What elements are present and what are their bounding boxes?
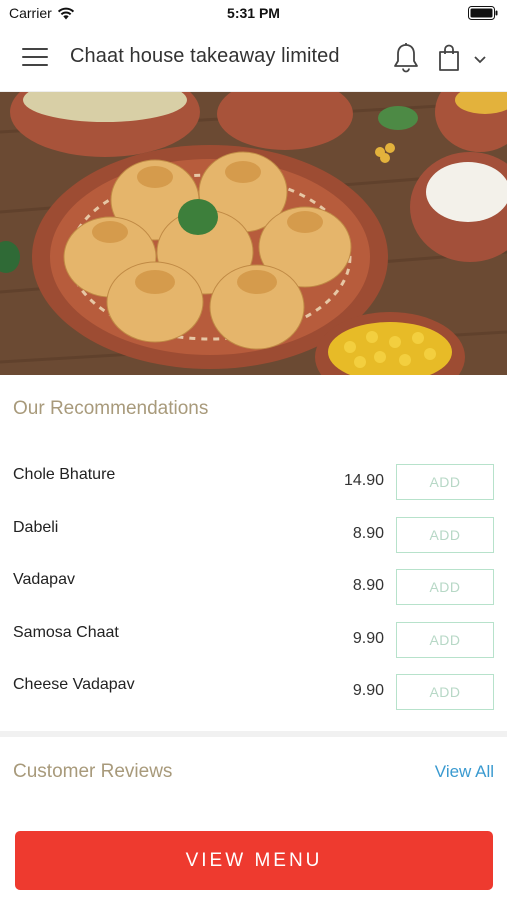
list-item: Vadapav 8.90 ADD xyxy=(0,569,507,613)
view-menu-button[interactable]: VIEW MENU xyxy=(15,831,493,890)
section-divider xyxy=(0,731,507,737)
add-button[interactable]: ADD xyxy=(396,464,494,500)
add-button[interactable]: ADD xyxy=(396,674,494,710)
item-name: Cheese Vadapav xyxy=(13,676,135,693)
battery-icon xyxy=(468,6,498,20)
list-item: Cheese Vadapav 9.90 ADD xyxy=(0,674,507,718)
menu-icon[interactable] xyxy=(22,48,48,70)
chevron-down-icon[interactable] xyxy=(472,54,488,66)
add-button[interactable]: ADD xyxy=(396,569,494,605)
item-price: 14.90 xyxy=(343,472,384,489)
app-header: Chaat house takeaway limited xyxy=(0,26,507,92)
item-name: Chole Bhature xyxy=(13,466,116,483)
reviews-title: Customer Reviews xyxy=(13,761,173,782)
add-button[interactable]: ADD xyxy=(396,517,494,553)
add-button[interactable]: ADD xyxy=(396,622,494,658)
recommendations-title: Our Recommendations xyxy=(13,398,209,419)
item-name: Dabeli xyxy=(13,519,59,536)
list-item: Samosa Chaat 9.90 ADD xyxy=(0,622,507,666)
item-price: 8.90 xyxy=(352,577,384,594)
food-photo xyxy=(0,92,507,375)
item-name: Vadapav xyxy=(13,571,75,588)
item-price: 9.90 xyxy=(352,630,384,647)
item-name: Samosa Chaat xyxy=(13,624,119,641)
shopping-bag-icon[interactable] xyxy=(437,44,461,72)
hero-banner xyxy=(0,92,507,375)
view-all-link[interactable]: View All xyxy=(435,762,494,782)
list-item: Dabeli 8.90 ADD xyxy=(0,517,507,561)
list-item: Chole Bhature 14.90 ADD xyxy=(0,464,507,508)
restaurant-title: Chaat house takeaway limited xyxy=(70,45,340,67)
item-price: 8.90 xyxy=(352,525,384,542)
item-price: 9.90 xyxy=(352,682,384,699)
status-bar: Carrier 5:31 PM xyxy=(0,0,507,26)
status-time: 5:31 PM xyxy=(227,5,280,21)
bell-icon[interactable] xyxy=(392,42,420,74)
